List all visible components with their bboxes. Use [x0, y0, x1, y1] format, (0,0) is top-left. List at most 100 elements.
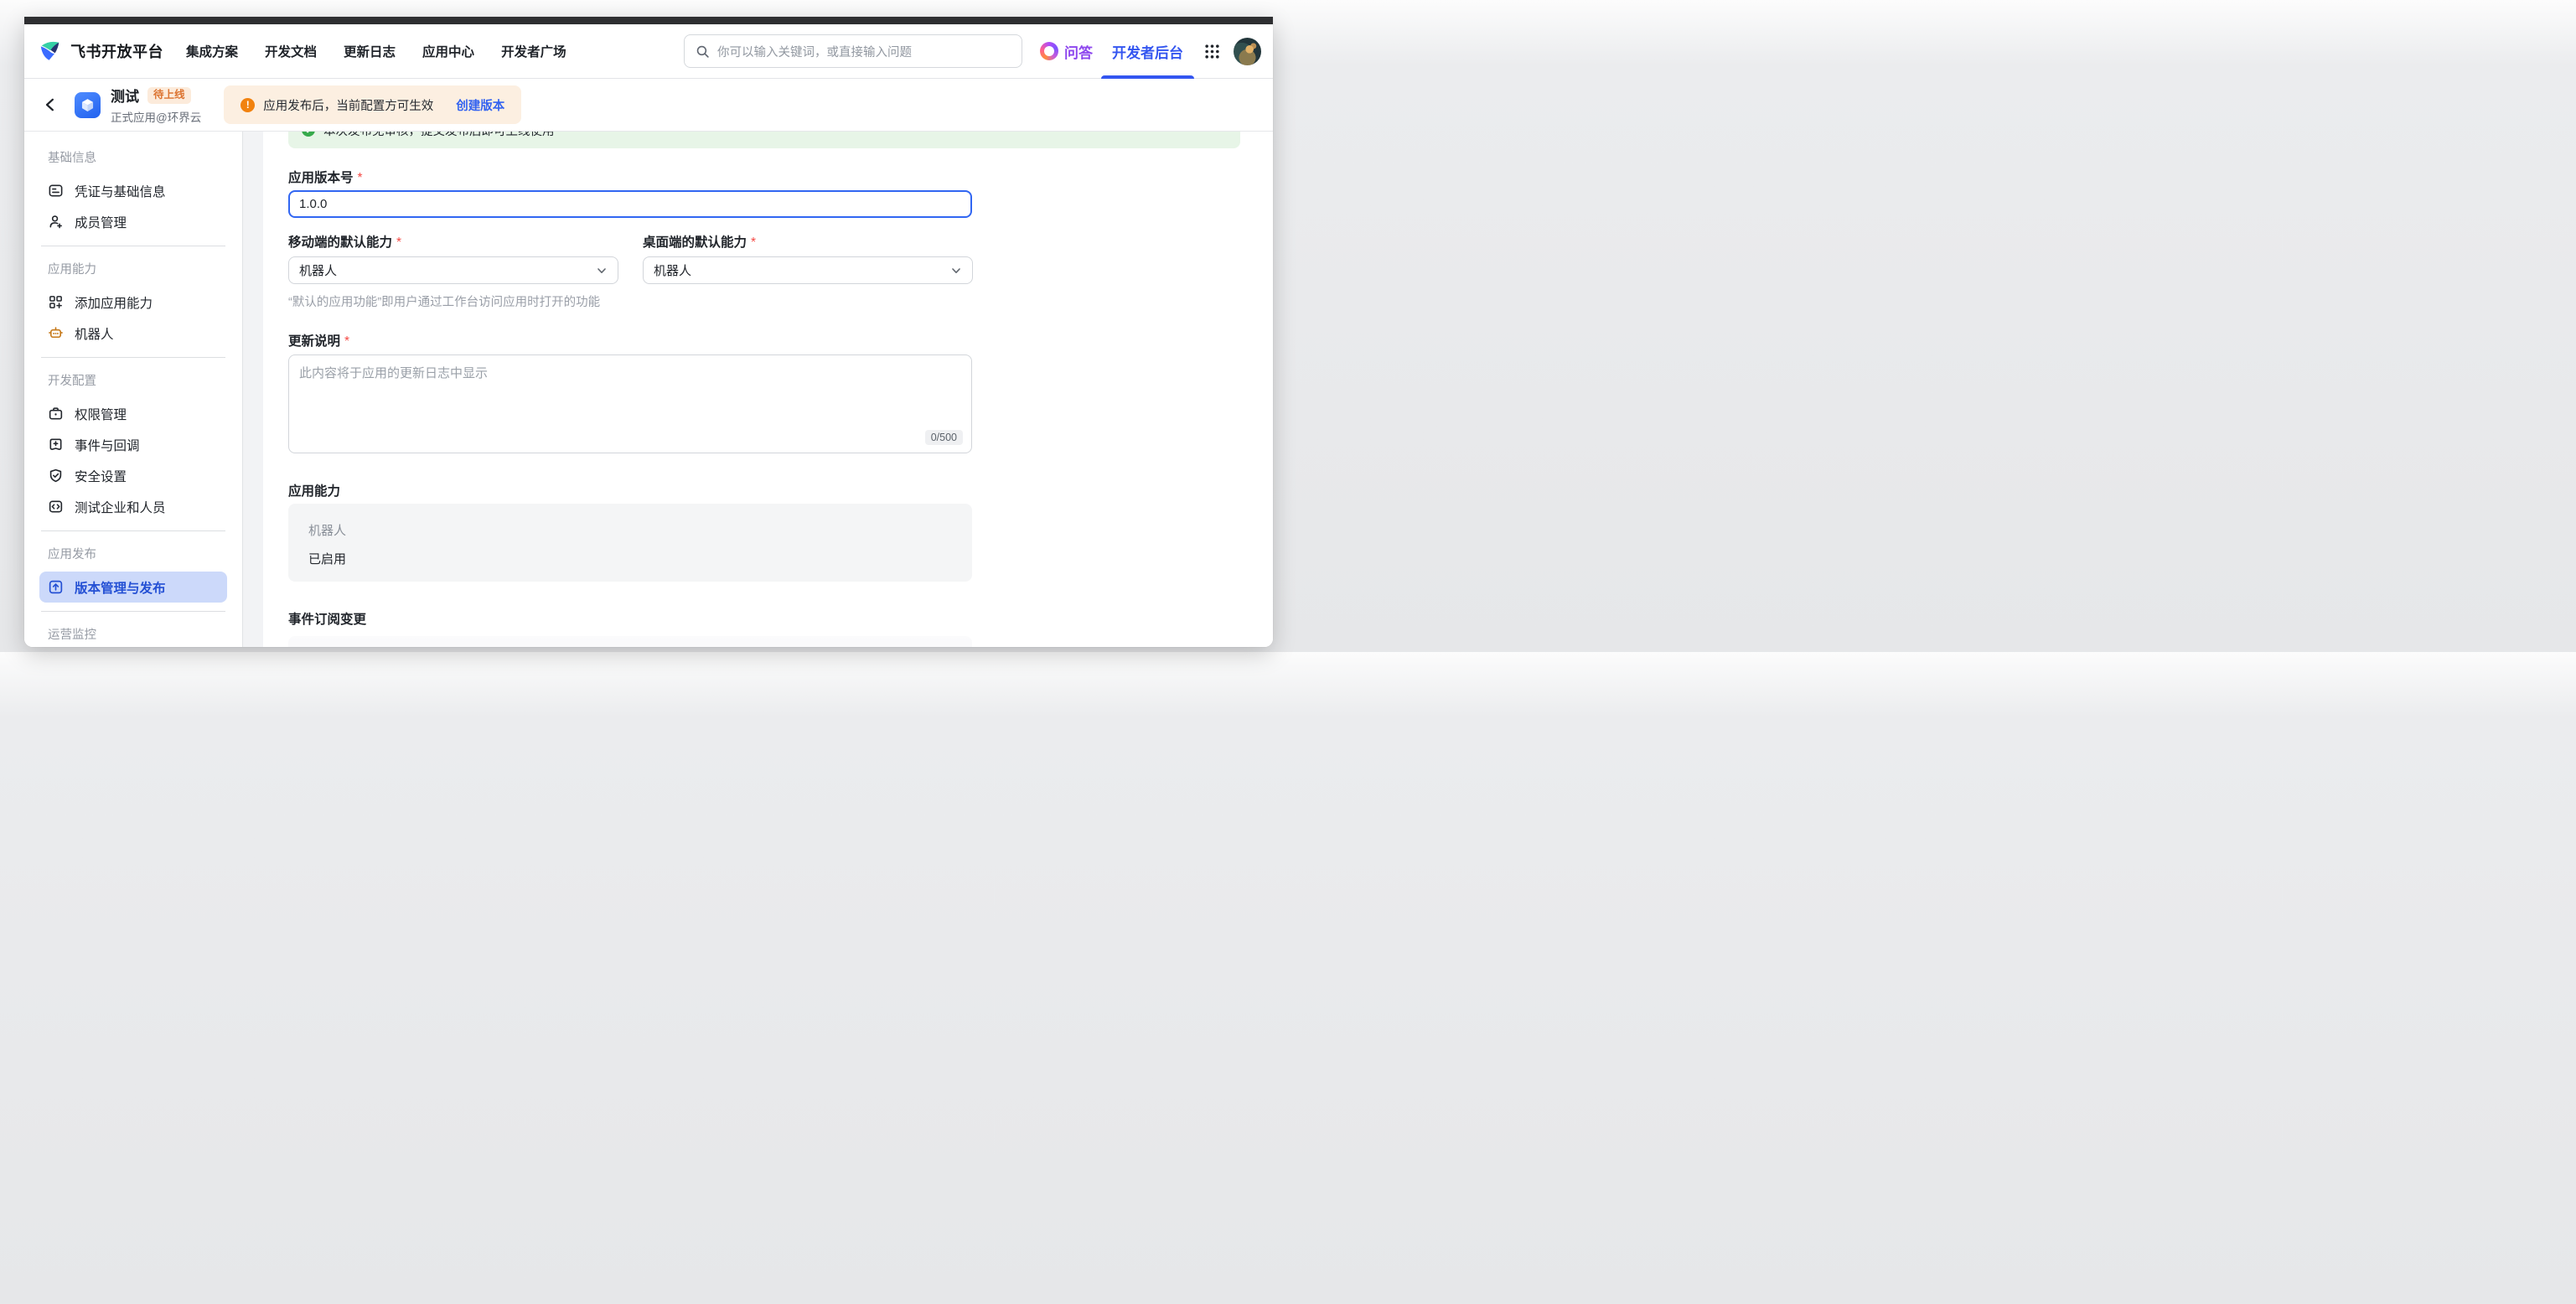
browser-window: 飞书开放平台 集成方案 开发文档 更新日志 应用中心 开发者广场 你可以输入关键…	[24, 17, 1273, 647]
sidebar-divider	[41, 611, 225, 612]
qa-link[interactable]: 问答	[1040, 41, 1093, 62]
sidebar-item-label: 测试企业和人员	[75, 498, 166, 516]
apps-grid-icon[interactable]	[1204, 44, 1220, 60]
sidebar-section-app-release: 应用发布	[39, 546, 227, 563]
developer-console-label: 开发者后台	[1112, 41, 1183, 62]
sidebar: 基础信息 凭证与基础信息 成员管理 应用能力	[24, 132, 243, 647]
search-input[interactable]: 你可以输入关键词，或直接输入问题	[684, 34, 1022, 68]
mobile-capability-value: 机器人	[299, 261, 337, 279]
app-icon	[75, 92, 101, 118]
developer-console-tab[interactable]: 开发者后台	[1112, 24, 1183, 79]
app-header: 测试 待上线 正式应用@环界云 ! 应用发布后，当前配置方可生效 创建版本	[24, 79, 1273, 132]
nav-item-developer-plaza[interactable]: 开发者广场	[501, 42, 566, 60]
code-square-icon	[48, 499, 64, 515]
desktop-capability-value: 机器人	[654, 261, 691, 279]
sidebar-item-label: 机器人	[75, 324, 114, 343]
grid-plus-icon	[48, 294, 64, 310]
window-titlebar	[24, 17, 1273, 24]
app-subtitle: 正式应用@环界云	[111, 108, 201, 125]
sidebar-item-test-org[interactable]: 测试企业和人员	[39, 491, 227, 522]
back-chevron-icon	[43, 97, 58, 112]
sidebar-item-label: 事件与回调	[75, 436, 140, 454]
version-input-field[interactable]	[299, 197, 961, 211]
nav-item-changelog[interactable]: 更新日志	[344, 42, 396, 60]
sidebar-gutter	[243, 132, 263, 647]
status-badge: 待上线	[147, 87, 191, 104]
nav-item-integrations[interactable]: 集成方案	[186, 42, 238, 60]
sidebar-item-label: 添加应用能力	[75, 293, 153, 312]
sidebar-item-bot[interactable]: 机器人	[39, 318, 227, 349]
capability-heading: 应用能力	[288, 485, 1273, 499]
sidebar-section-dev-config: 开发配置	[39, 373, 227, 390]
sidebar-divider	[41, 357, 225, 358]
sidebar-section-operations: 运营监控	[39, 627, 227, 644]
search-placeholder: 你可以输入关键词，或直接输入问题	[717, 43, 912, 60]
capability-name: 机器人	[308, 521, 952, 539]
top-navbar: 飞书开放平台 集成方案 开发文档 更新日志 应用中心 开发者广场 你可以输入关键…	[24, 24, 1273, 79]
char-counter: 0/500	[925, 430, 963, 445]
cube-icon	[79, 96, 96, 114]
success-text: 本次发布免审核，提交发布后即可上线使用	[323, 132, 555, 139]
sidebar-item-label: 权限管理	[75, 405, 127, 423]
sidebar-item-credentials[interactable]: 凭证与基础信息	[39, 175, 227, 206]
warning-text: 应用发布后，当前配置方可生效	[263, 96, 433, 114]
sidebar-item-label: 成员管理	[75, 213, 127, 231]
event-subscription-heading: 事件订阅变更	[288, 613, 1273, 627]
sidebar-section-basic-info: 基础信息	[39, 150, 227, 167]
version-input[interactable]	[288, 190, 972, 218]
app-title-block: 测试 待上线 正式应用@环界云	[111, 85, 201, 125]
changelog-label: 更新说明*	[288, 335, 1273, 349]
event-callback-icon	[48, 437, 64, 453]
changelog-textarea-field[interactable]	[299, 364, 961, 424]
id-card-icon	[48, 183, 64, 199]
event-subscription-card	[288, 636, 972, 647]
robot-icon	[48, 325, 64, 341]
main-panel: 本次发布免审核，提交发布后即可上线使用 应用版本号* 移动端的默认能力* 机器人	[263, 132, 1273, 647]
default-capability-hint: “默认的应用功能”即用户通过工作台访问应用时打开的功能	[288, 292, 1273, 310]
desktop-capability-label: 桌面端的默认能力*	[643, 236, 973, 250]
publish-warning-banner: ! 应用发布后，当前配置方可生效 创建版本	[224, 85, 521, 124]
publish-icon	[48, 579, 64, 595]
sidebar-item-label: 凭证与基础信息	[75, 182, 166, 200]
chevron-down-icon	[596, 265, 608, 277]
capability-card: 机器人 已启用	[288, 504, 972, 582]
version-label: 应用版本号*	[288, 172, 1273, 185]
capability-status: 已启用	[308, 550, 952, 567]
user-avatar[interactable]	[1234, 38, 1261, 65]
back-button[interactable]	[43, 92, 61, 117]
feishu-logo[interactable]: 飞书开放平台	[38, 39, 163, 64]
sidebar-divider	[41, 530, 225, 531]
briefcase-icon	[48, 406, 64, 422]
feishu-logo-icon	[38, 39, 63, 64]
required-mark: *	[358, 171, 363, 185]
sidebar-item-security[interactable]: 安全设置	[39, 460, 227, 491]
shield-check-icon	[48, 468, 64, 484]
changelog-textarea[interactable]: 0/500	[288, 354, 972, 453]
sidebar-item-add-capability[interactable]: 添加应用能力	[39, 287, 227, 318]
nav-item-app-center[interactable]: 应用中心	[422, 42, 474, 60]
chevron-down-icon	[950, 265, 962, 277]
qa-ring-icon	[1040, 42, 1058, 60]
mobile-capability-label: 移动端的默认能力*	[288, 236, 618, 250]
search-icon	[696, 44, 710, 59]
sidebar-item-members[interactable]: 成员管理	[39, 206, 227, 237]
nav-item-docs[interactable]: 开发文档	[265, 42, 317, 60]
sidebar-item-events[interactable]: 事件与回调	[39, 429, 227, 460]
create-version-link[interactable]: 创建版本	[456, 96, 504, 114]
sidebar-item-version-management[interactable]: 版本管理与发布	[39, 572, 227, 603]
qa-label: 问答	[1064, 41, 1093, 62]
mobile-capability-select[interactable]: 机器人	[288, 256, 618, 284]
warning-icon: !	[241, 98, 255, 112]
active-tab-indicator	[1101, 75, 1194, 79]
sidebar-section-app-capability: 应用能力	[39, 261, 227, 278]
sidebar-item-label: 安全设置	[75, 467, 127, 485]
sidebar-item-permissions[interactable]: 权限管理	[39, 398, 227, 429]
desktop-capability-select[interactable]: 机器人	[643, 256, 973, 284]
success-banner: 本次发布免审核，提交发布后即可上线使用	[288, 132, 1240, 148]
success-check-icon	[302, 132, 315, 137]
sidebar-item-label: 版本管理与发布	[75, 578, 166, 597]
app-name: 测试	[111, 85, 139, 106]
brand-name: 飞书开放平台	[70, 40, 163, 62]
content-region: 基础信息 凭证与基础信息 成员管理 应用能力	[24, 132, 1273, 647]
member-add-icon	[48, 214, 64, 230]
